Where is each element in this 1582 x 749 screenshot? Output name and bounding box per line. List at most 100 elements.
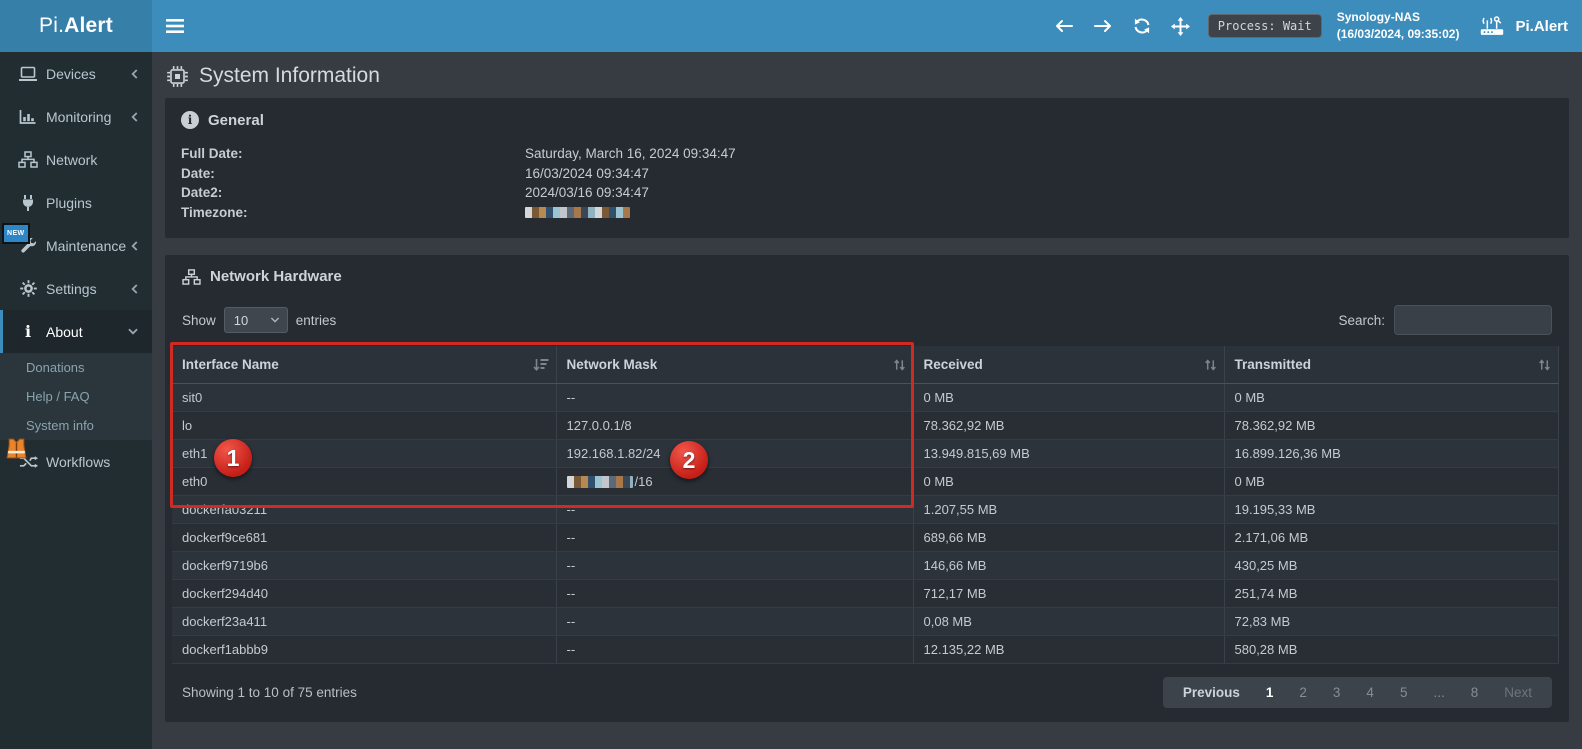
table-row: lo 127.0.0.1/8 78.362,92 MB 78.362,92 MB: [172, 412, 1558, 440]
pagination-ellipsis: ...: [1420, 685, 1457, 700]
cell-transmitted: 0 MB: [1224, 384, 1558, 412]
general-panel-title: General: [208, 112, 264, 129]
search-label: Search:: [1338, 313, 1385, 328]
entries-select-value: 10: [234, 313, 248, 328]
pagination-page-5[interactable]: 5: [1387, 685, 1421, 700]
pagination-page-1[interactable]: 1: [1253, 685, 1287, 700]
chart-icon: [17, 109, 39, 125]
cell-transmitted: 16.899.126,36 MB: [1224, 440, 1558, 468]
cell-mask: 127.0.0.1/8: [556, 412, 913, 440]
sort-icon: [1204, 358, 1217, 372]
app-logo: Pi.Alert: [0, 0, 152, 52]
pagination-page-3[interactable]: 3: [1320, 685, 1354, 700]
hamburger-menu-icon[interactable]: [152, 0, 198, 52]
cell-transmitted: 19.195,33 MB: [1224, 496, 1558, 524]
app-name: Pi.Alert: [1515, 18, 1568, 35]
sort-icon: [893, 358, 906, 372]
plug-icon: [17, 194, 39, 212]
network-panel-heading: Network Hardware: [182, 268, 1552, 285]
navbar-right-cluster: Process: Wait Synology-NAS (16/03/2024, …: [1052, 9, 1568, 44]
pagination-next[interactable]: Next: [1491, 685, 1545, 700]
pagination-page-8[interactable]: 8: [1458, 685, 1492, 700]
info-label: Date2:: [181, 183, 525, 203]
router-icon: [1478, 15, 1506, 37]
construction-vest-icon: [5, 438, 28, 459]
move-icon[interactable]: [1169, 11, 1193, 41]
process-status-badge: Process: Wait: [1208, 14, 1322, 38]
forward-arrow-icon[interactable]: [1091, 11, 1115, 41]
sidebar-item-devices[interactable]: Devices: [0, 52, 152, 95]
back-arrow-icon[interactable]: [1052, 11, 1076, 41]
sidebar-item-settings[interactable]: Settings: [0, 267, 152, 310]
cell-received: 712,17 MB: [913, 580, 1224, 608]
new-badge: NEW: [2, 223, 30, 244]
column-header-received[interactable]: Received: [913, 346, 1224, 384]
cell-transmitted: 78.362,92 MB: [1224, 412, 1558, 440]
sitemap-icon: [17, 151, 39, 168]
sidebar-item-network[interactable]: Network: [0, 138, 152, 181]
info-icon: i: [17, 324, 39, 340]
cell-interface: dockerf9719b6: [172, 552, 556, 580]
table-row: dockerf294d40 -- 712,17 MB 251,74 MB: [172, 580, 1558, 608]
entries-label: entries: [296, 313, 337, 328]
sidebar-item-label: Settings: [46, 281, 97, 297]
cell-transmitted: 2.171,06 MB: [1224, 524, 1558, 552]
sidebar-item-plugins[interactable]: Plugins: [0, 181, 152, 224]
cell-transmitted: 251,74 MB: [1224, 580, 1558, 608]
cell-interface: dockerf294d40: [172, 580, 556, 608]
general-panel-heading: General: [181, 111, 1553, 129]
cell-received: 78.362,92 MB: [913, 412, 1224, 440]
sidebar-item-label: Workflows: [46, 454, 110, 470]
host-info: Synology-NAS (16/03/2024, 09:35:02): [1337, 9, 1460, 44]
sidebar-item-system-info[interactable]: System info: [0, 411, 152, 440]
column-header-transmitted[interactable]: Transmitted: [1224, 346, 1558, 384]
sidebar-item-donations[interactable]: Donations: [0, 353, 152, 382]
table-row: dockerf1abbb9 -- 12.135,22 MB 580,28 MB: [172, 636, 1558, 664]
cell-interface: dockerf1abbb9: [172, 636, 556, 664]
cell-transmitted: 72,83 MB: [1224, 608, 1558, 636]
refresh-icon[interactable]: [1130, 11, 1154, 41]
brand-pi: Pi.: [39, 14, 64, 38]
cell-mask: --: [556, 524, 913, 552]
app-brand-right: Pi.Alert: [1474, 15, 1568, 37]
cell-mask: --: [556, 636, 913, 664]
navbar-main: Process: Wait Synology-NAS (16/03/2024, …: [152, 0, 1582, 52]
sidebar-item-about[interactable]: i About: [0, 310, 152, 353]
sidebar-item-help-faq[interactable]: Help / FAQ: [0, 382, 152, 411]
brand-alert: Alert: [64, 14, 113, 38]
info-circle-icon: [181, 111, 199, 129]
cell-mask: --: [556, 384, 913, 412]
sidebar-item-label: Monitoring: [46, 109, 111, 125]
chip-icon: [166, 65, 189, 88]
cell-received: 0 MB: [913, 468, 1224, 496]
pagination-previous[interactable]: Previous: [1170, 685, 1253, 700]
laptop-icon: [17, 66, 39, 82]
pagination-page-4[interactable]: 4: [1353, 685, 1387, 700]
host-name: Synology-NAS: [1337, 9, 1460, 26]
page-header: System Information: [152, 52, 1582, 98]
sidebar-item-label: Devices: [46, 66, 96, 82]
redacted-network-mask: [567, 476, 633, 488]
cell-mask: 192.168.1.82/24: [556, 440, 913, 468]
sidebar-item-monitoring[interactable]: Monitoring: [0, 95, 152, 138]
cell-received: 0,08 MB: [913, 608, 1224, 636]
search-input[interactable]: [1394, 305, 1552, 335]
cell-received: 146,66 MB: [913, 552, 1224, 580]
general-panel: General Full Date: Saturday, March 16, 2…: [165, 98, 1569, 238]
showing-entries-text: Showing 1 to 10 of 75 entries: [182, 685, 357, 700]
chevron-left-icon: [130, 240, 139, 252]
main-content: System Information General Full Date: Sa…: [152, 52, 1582, 749]
about-submenu: Donations Help / FAQ System info: [0, 353, 152, 440]
entries-select[interactable]: 10: [224, 307, 288, 333]
sidebar-item-label: Maintenance: [46, 238, 126, 254]
network-hardware-panel: Network Hardware Show 10 entries Search:: [165, 255, 1569, 722]
chevron-down-icon: [127, 327, 139, 336]
column-header-network-mask[interactable]: Network Mask: [556, 346, 913, 384]
info-row-date: Date: 16/03/2024 09:34:47: [181, 164, 1553, 184]
pagination-page-2[interactable]: 2: [1286, 685, 1320, 700]
info-label: Date:: [181, 164, 525, 184]
chevron-left-icon: [130, 68, 139, 80]
cell-mask: --: [556, 552, 913, 580]
host-time: (16/03/2024, 09:35:02): [1337, 26, 1460, 43]
column-header-interface-name[interactable]: Interface Name: [172, 346, 556, 384]
